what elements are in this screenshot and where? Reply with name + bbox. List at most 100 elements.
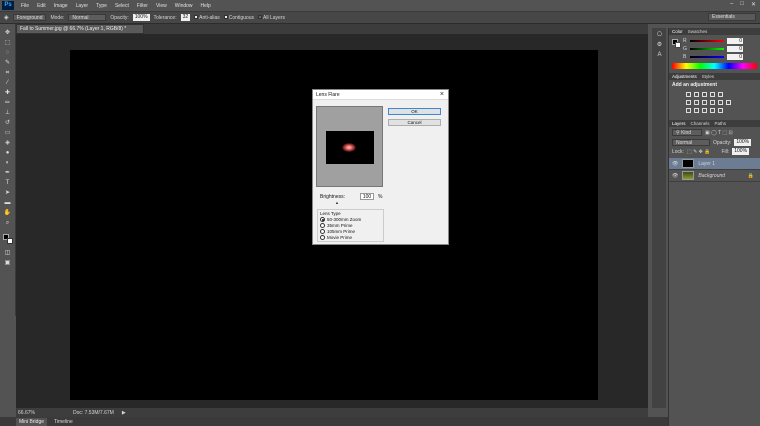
background-color-swatch[interactable]: [7, 238, 13, 244]
green-slider[interactable]: G0: [669, 45, 760, 53]
screen-mode-icon[interactable]: ▣: [3, 260, 12, 267]
vibrance-adjustment-icon[interactable]: [718, 91, 723, 97]
green-bar[interactable]: [690, 48, 724, 50]
tab-styles[interactable]: Styles: [702, 74, 714, 79]
brightness-adjustment-icon[interactable]: [686, 91, 691, 97]
exposure-adjustment-icon[interactable]: [710, 91, 715, 97]
eraser-tool-icon[interactable]: ▭: [3, 130, 12, 137]
tab-layers[interactable]: Layers: [672, 121, 686, 126]
red-slider[interactable]: R0: [669, 37, 760, 45]
red-value[interactable]: 0: [727, 38, 743, 44]
clone-stamp-tool-icon[interactable]: ⊥: [3, 110, 12, 117]
lens-option-movie[interactable]: Movie Prime: [320, 234, 381, 240]
menu-type[interactable]: Type: [92, 3, 111, 9]
contiguous-checkbox[interactable]: Contiguous: [223, 15, 254, 21]
color-lookup-adjustment-icon[interactable]: [726, 99, 731, 105]
status-arrow-icon[interactable]: ▶: [122, 410, 126, 416]
brightness-slider-thumb[interactable]: ▲: [335, 201, 339, 205]
selective-color-adjustment-icon[interactable]: [710, 107, 715, 113]
crop-tool-icon[interactable]: ⌗: [3, 70, 12, 77]
pen-tool-icon[interactable]: ✒: [3, 170, 12, 177]
zoom-tool-icon[interactable]: ⌕: [3, 220, 12, 227]
maximize-button[interactable]: □: [740, 1, 744, 8]
mode-dropdown[interactable]: Normal: [68, 14, 107, 21]
history-icon[interactable]: ⎔: [655, 32, 664, 39]
layer-name[interactable]: Layer 1: [698, 161, 715, 167]
red-bar[interactable]: [690, 40, 724, 42]
blue-slider[interactable]: B0: [669, 53, 760, 61]
blue-value[interactable]: 0: [727, 54, 743, 60]
levels-adjustment-icon[interactable]: [694, 91, 699, 97]
color-background-swatch[interactable]: [675, 42, 681, 48]
tab-adjustments[interactable]: Adjustments: [672, 74, 697, 79]
menu-layer[interactable]: Layer: [72, 3, 93, 9]
tab-channels[interactable]: Channels: [691, 121, 710, 126]
lasso-tool-icon[interactable]: ◌: [3, 50, 12, 57]
paint-bucket-tool-icon[interactable]: ◈: [3, 140, 12, 147]
menu-select[interactable]: Select: [111, 3, 133, 9]
brightness-field[interactable]: 100: [360, 193, 375, 200]
menu-window[interactable]: Window: [171, 3, 197, 9]
preview-image[interactable]: [326, 131, 374, 164]
quick-select-tool-icon[interactable]: ✎: [3, 60, 12, 67]
opacity-field[interactable]: 100%: [132, 14, 150, 21]
character-icon[interactable]: A: [655, 52, 664, 59]
filter-icons[interactable]: ▣ ◯ T ⬚ ⊡: [705, 130, 733, 136]
fill-source-dropdown[interactable]: Foreground: [12, 14, 47, 21]
photo-filter-adjustment-icon[interactable]: [710, 99, 715, 105]
anti-alias-checkbox[interactable]: Anti-alias: [194, 15, 220, 21]
eyedropper-tool-icon[interactable]: ⁄: [3, 80, 12, 87]
properties-icon[interactable]: ⚙: [655, 42, 664, 49]
blend-mode-dropdown[interactable]: Normal: [672, 139, 710, 146]
hue-saturation-adjustment-icon[interactable]: [686, 99, 691, 105]
hand-tool-icon[interactable]: ✋: [3, 210, 12, 217]
menu-help[interactable]: Help: [197, 3, 215, 9]
blue-bar[interactable]: [690, 56, 724, 58]
zoom-level[interactable]: 66.67%: [18, 410, 35, 416]
curves-adjustment-icon[interactable]: [702, 91, 707, 97]
color-spectrum[interactable]: [672, 63, 757, 69]
black-white-adjustment-icon[interactable]: [702, 99, 707, 105]
menu-view[interactable]: View: [152, 3, 171, 9]
menu-file[interactable]: File: [17, 3, 33, 9]
kind-filter-dropdown[interactable]: ⚲ Kind: [672, 129, 702, 136]
cancel-button[interactable]: Cancel: [388, 119, 441, 126]
layer-row-background[interactable]: 👁 Background 🔒: [669, 170, 760, 182]
channel-mixer-adjustment-icon[interactable]: [718, 99, 723, 105]
layer-name[interactable]: Background: [698, 173, 725, 179]
history-brush-tool-icon[interactable]: ↺: [3, 120, 12, 127]
tab-timeline[interactable]: Timeline: [51, 418, 76, 426]
healing-brush-tool-icon[interactable]: ✚: [3, 90, 12, 97]
lock-icons[interactable]: ⬚ ✎ ✥ 🔒: [687, 149, 711, 155]
menu-image[interactable]: Image: [50, 3, 72, 9]
layer-row-layer-1[interactable]: 👁 Layer 1: [669, 158, 760, 170]
posterize-adjustment-icon[interactable]: [694, 107, 699, 113]
tab-color[interactable]: Color: [672, 29, 683, 34]
dialog-close-icon[interactable]: ×: [440, 90, 444, 100]
invert-adjustment-icon[interactable]: [686, 107, 691, 113]
visibility-eye-icon[interactable]: 👁: [672, 173, 678, 179]
brush-tool-icon[interactable]: ✏: [3, 100, 12, 107]
fill-field[interactable]: 100%: [732, 148, 750, 155]
flare-center-handle[interactable]: [342, 143, 356, 152]
path-selection-tool-icon[interactable]: ➤: [3, 190, 12, 197]
document-tab[interactable]: Fall to Summer.jpg @ 66.7% (Layer 1, RGB…: [16, 24, 144, 34]
visibility-eye-icon[interactable]: 👁: [672, 161, 678, 167]
gradient-map-adjustment-icon[interactable]: [718, 107, 723, 113]
layer-opacity-field[interactable]: 100%: [734, 139, 752, 146]
dodge-tool-icon[interactable]: ◐: [3, 160, 12, 167]
type-tool-icon[interactable]: T: [3, 180, 12, 187]
tab-paths[interactable]: Paths: [715, 121, 727, 126]
paint-bucket-icon[interactable]: ◈: [4, 14, 9, 21]
threshold-adjustment-icon[interactable]: [702, 107, 707, 113]
quick-mask-icon[interactable]: ◫: [3, 250, 12, 257]
workspace-dropdown[interactable]: Essentials: [708, 13, 756, 21]
close-button[interactable]: ✕: [751, 1, 756, 8]
marquee-tool-icon[interactable]: ⬚: [3, 40, 12, 47]
ok-button[interactable]: OK: [388, 108, 441, 115]
menu-edit[interactable]: Edit: [33, 3, 50, 9]
tolerance-field[interactable]: 32: [180, 14, 191, 21]
green-value[interactable]: 0: [727, 46, 743, 52]
move-tool-icon[interactable]: ✥: [3, 30, 12, 37]
tab-swatches[interactable]: Swatches: [688, 29, 708, 34]
